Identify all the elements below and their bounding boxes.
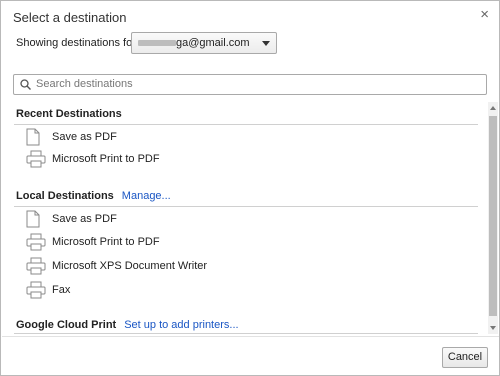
destination-label: Microsoft Print to PDF — [52, 153, 160, 165]
destination-item-microsoft-print-to-pdf[interactable]: Microsoft Print to PDF — [26, 233, 326, 253]
search-input[interactable] — [36, 76, 476, 92]
local-heading-text: Local Destinations — [16, 190, 114, 202]
destination-label: Microsoft Print to PDF — [52, 236, 160, 248]
footer-divider — [2, 336, 499, 337]
divider — [14, 333, 478, 334]
destination-label: Fax — [52, 284, 71, 296]
destination-item-fax[interactable]: Fax — [26, 281, 326, 301]
scroll-down-arrow-icon[interactable] — [490, 326, 496, 330]
print-destination-dialog: Select a destination × Showing destinati… — [0, 0, 500, 376]
list-scrollbar[interactable] — [488, 102, 498, 334]
account-select-value: ga@gmail.com — [176, 37, 250, 49]
cancel-button[interactable]: Cancel — [442, 347, 488, 368]
recent-heading-text: Recent Destinations — [16, 108, 122, 120]
local-destinations-heading: Local Destinations Manage... — [16, 190, 171, 202]
destination-list: Recent Destinations Save as PDF Microsof… — [2, 102, 488, 334]
search-icon — [20, 79, 31, 90]
scrollbar-thumb[interactable] — [489, 116, 497, 316]
google-cloud-print-heading: Google Cloud Print Set up to add printers… — [16, 319, 239, 331]
search-field[interactable] — [13, 74, 487, 95]
divider — [14, 124, 478, 125]
dialog-title: Select a destination — [13, 10, 127, 25]
printer-icon — [26, 257, 46, 275]
manage-link[interactable]: Manage... — [122, 190, 171, 202]
redacted-email-prefix — [138, 40, 176, 46]
document-icon — [26, 128, 40, 146]
account-select[interactable]: ga@gmail.com — [131, 32, 277, 54]
chevron-down-icon — [262, 41, 270, 46]
set-up-printers-link[interactable]: Set up to add printers... — [124, 319, 238, 331]
destination-item-microsoft-xps-document-writer[interactable]: Microsoft XPS Document Writer — [26, 257, 326, 277]
destination-label: Save as PDF — [52, 131, 117, 143]
printer-icon — [26, 233, 46, 251]
destination-item-microsoft-print-to-pdf[interactable]: Microsoft Print to PDF — [26, 150, 326, 170]
destination-item-save-as-pdf[interactable]: Save as PDF — [26, 210, 326, 230]
scroll-up-arrow-icon[interactable] — [490, 106, 496, 110]
divider — [14, 206, 478, 207]
recent-destinations-heading: Recent Destinations — [16, 108, 122, 120]
showing-destinations-label: Showing destinations for — [16, 37, 136, 49]
destination-item-save-as-pdf[interactable]: Save as PDF — [26, 128, 326, 148]
printer-icon — [26, 281, 46, 299]
cloud-heading-text: Google Cloud Print — [16, 319, 117, 331]
document-icon — [26, 210, 40, 228]
close-icon[interactable]: × — [480, 7, 489, 22]
printer-icon — [26, 150, 46, 168]
destination-label: Microsoft XPS Document Writer — [52, 260, 208, 272]
destination-label: Save as PDF — [52, 213, 117, 225]
